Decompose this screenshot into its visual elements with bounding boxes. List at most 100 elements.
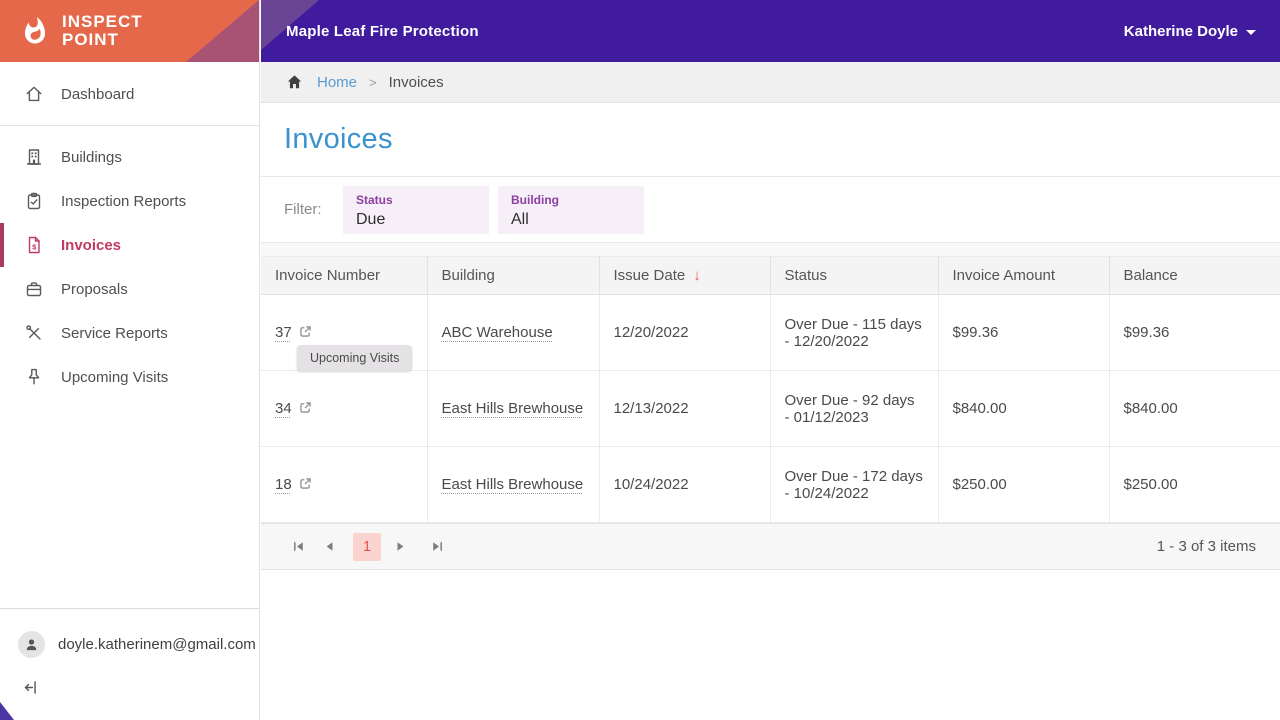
first-page-icon <box>293 542 303 551</box>
collapse-arrow-icon <box>24 681 36 694</box>
svg-text:$: $ <box>32 243 37 252</box>
current-page-button[interactable]: 1 <box>353 532 381 561</box>
invoice-amount-cell: $99.36 <box>938 294 1110 371</box>
breadcrumb: Home > Invoices <box>261 62 1280 103</box>
invoice-number-link[interactable]: 34 <box>275 400 292 417</box>
sidebar-item-label: Buildings <box>61 148 122 166</box>
invoice-number-cell: 18 <box>261 446 428 523</box>
table-row: 34 East Hills Brewhouse 12/13/2022 Over … <box>261 370 1280 447</box>
external-link-icon[interactable] <box>299 324 312 341</box>
avatar <box>18 631 45 658</box>
balance-cell: $250.00 <box>1109 446 1280 523</box>
section-gap <box>261 243 1280 256</box>
user-menu[interactable]: Katherine Doyle <box>1124 23 1256 40</box>
external-link-icon[interactable] <box>299 400 312 417</box>
column-header-building[interactable]: Building <box>427 256 600 295</box>
invoice-document-icon: $ <box>28 236 40 254</box>
invoice-number-link[interactable]: 18 <box>275 476 292 493</box>
building-filter-label: Building <box>511 192 559 207</box>
next-page-button[interactable] <box>387 534 413 560</box>
logo-corner-triangle <box>186 0 259 62</box>
flame-icon <box>25 16 45 44</box>
issue-date-cell: 12/20/2022 <box>599 294 771 371</box>
building-cell: East Hills Brewhouse <box>427 370 600 447</box>
invoices-table: Invoice Number Building Issue Date ↓ Stat… <box>261 256 1280 523</box>
invoice-amount-cell: $250.00 <box>938 446 1110 523</box>
status-cell: Over Due - 115 days - 12/20/2022 <box>770 294 939 371</box>
briefcase-icon <box>26 282 42 297</box>
filter-label: Filter: <box>284 201 322 218</box>
breadcrumb-home-link[interactable]: Home <box>317 74 357 91</box>
pagination-summary: 1 - 3 of 3 items <box>1156 538 1256 555</box>
building-link[interactable]: East Hills Brewhouse <box>442 400 584 417</box>
building-filter-dropdown[interactable]: Building All <box>498 185 644 234</box>
building-icon <box>26 149 42 165</box>
column-header-status[interactable]: Status <box>770 256 939 295</box>
sidebar-item-proposals[interactable]: Proposals <box>0 267 259 311</box>
status-cell: Over Due - 172 days - 10/24/2022 <box>770 446 939 523</box>
tools-icon <box>26 325 41 340</box>
main-area: Maple Leaf Fire Protection Katherine Doy… <box>261 0 1280 720</box>
previous-page-button[interactable] <box>316 534 342 560</box>
previous-page-icon <box>326 542 332 551</box>
sort-descending-icon[interactable]: ↓ <box>693 267 701 284</box>
status-filter-value: Due <box>356 210 386 228</box>
invoice-number-cell: 37 Upcoming Visits <box>261 294 428 371</box>
last-page-icon <box>432 542 442 551</box>
external-link-icon[interactable] <box>299 476 312 493</box>
company-name: Maple Leaf Fire Protection <box>286 22 479 40</box>
balance-cell: $99.36 <box>1109 294 1280 371</box>
page-title: Invoices <box>284 123 393 155</box>
invoice-number-link[interactable]: 37 <box>275 324 292 341</box>
table-header-row: Invoice Number Building Issue Date ↓ Stat… <box>261 256 1280 295</box>
status-filter-dropdown[interactable]: Status Due <box>343 185 489 234</box>
sidebar-item-label: Invoices <box>61 236 122 254</box>
sidebar-item-label: Upcoming Visits <box>61 368 169 386</box>
sidebar-footer: doyle.katherinem@gmail.com <box>0 608 259 720</box>
issue-date-cell: 12/13/2022 <box>599 370 771 447</box>
sidebar-divider <box>0 125 259 126</box>
person-icon <box>26 639 37 651</box>
invoice-amount-cell: $840.00 <box>938 370 1110 447</box>
last-page-button[interactable] <box>424 534 450 560</box>
column-header-invoice-number[interactable]: Invoice Number <box>261 256 428 295</box>
logo-text: INSPECT POINT <box>62 11 143 49</box>
sidebar-item-label: Dashboard <box>61 85 135 103</box>
building-cell: East Hills Brewhouse <box>427 446 600 523</box>
user-email: doyle.katherinem@gmail.com <box>58 636 256 653</box>
table-row: 37 Upcoming Visits ABC Warehouse 12/20/2… <box>261 294 1280 371</box>
sidebar-item-invoices[interactable]: $ Invoices <box>0 223 259 267</box>
breadcrumb-separator: > <box>369 74 377 90</box>
chevron-down-icon <box>1246 29 1256 35</box>
sidebar-nav: Dashboard Buildings Inspection Reports $… <box>0 62 259 399</box>
table-row: 18 East Hills Brewhouse 10/24/2022 Over … <box>261 446 1280 523</box>
clipboard-check-icon <box>27 192 41 210</box>
building-cell: ABC Warehouse <box>427 294 600 371</box>
sidebar-item-label: Proposals <box>61 280 128 298</box>
pushpin-icon <box>28 368 40 385</box>
sidebar-item-label: Inspection Reports <box>61 192 187 210</box>
column-header-balance[interactable]: Balance <box>1109 256 1280 295</box>
issue-date-cell: 10/24/2022 <box>599 446 771 523</box>
home-breadcrumb-icon[interactable] <box>285 73 304 91</box>
first-page-button[interactable] <box>285 534 311 560</box>
status-cell: Over Due - 92 days - 01/12/2023 <box>770 370 939 447</box>
sidebar-item-label: Service Reports <box>61 324 168 342</box>
invoice-number-cell: 34 <box>261 370 428 447</box>
upcoming-visits-tooltip: Upcoming Visits <box>297 345 413 371</box>
building-link[interactable]: East Hills Brewhouse <box>442 476 584 493</box>
sidebar-item-inspection-reports[interactable]: Inspection Reports <box>0 179 259 223</box>
sidebar-item-service-reports[interactable]: Service Reports <box>0 311 259 355</box>
building-filter-value: All <box>511 210 529 228</box>
sidebar-item-upcoming-visits[interactable]: Upcoming Visits <box>0 355 259 399</box>
column-header-invoice-amount[interactable]: Invoice Amount <box>938 256 1110 295</box>
column-header-issue-date[interactable]: Issue Date ↓ <box>599 256 771 295</box>
sidebar: INSPECT POINT Dashboard Buildings Inspec… <box>0 0 260 720</box>
sidebar-item-dashboard[interactable]: Dashboard <box>0 72 259 116</box>
building-link[interactable]: ABC Warehouse <box>442 324 553 341</box>
sidebar-item-buildings[interactable]: Buildings <box>0 135 259 179</box>
user-account-row: doyle.katherinem@gmail.com <box>0 609 259 658</box>
filter-bar: Filter: Status Due Building All <box>261 177 1280 243</box>
collapse-sidebar-button[interactable] <box>22 678 44 698</box>
title-section: Invoices <box>261 103 1280 177</box>
